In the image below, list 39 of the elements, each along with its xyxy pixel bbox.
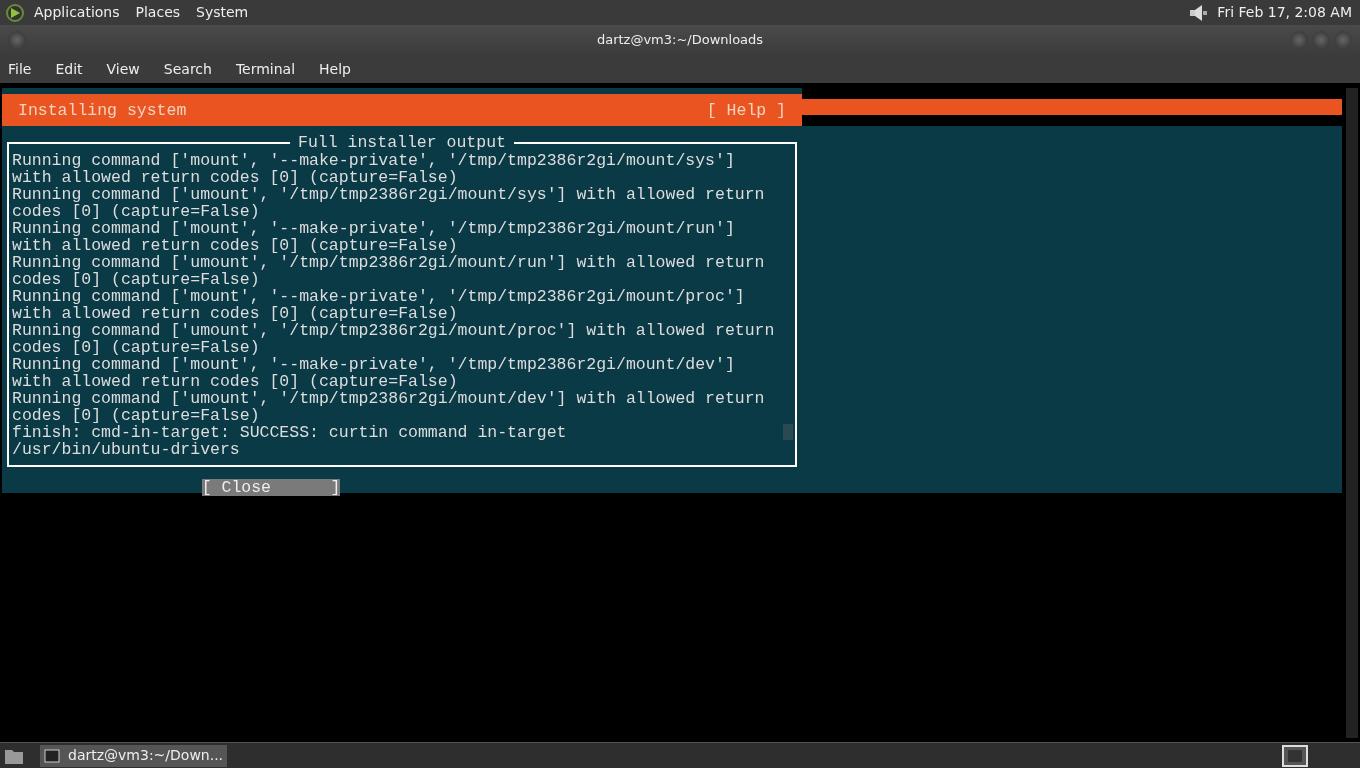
output-line: with allowed return codes [0] (capture=False) (12, 237, 458, 254)
output-line: codes [0] (capture=False) (12, 203, 260, 220)
menu-item[interactable]: Search (163, 58, 212, 80)
output-line: finish: cmd-in-target: SUCCESS: curtin command in-target (12, 424, 567, 441)
output-line: Running command ['mount', '--make-private', '/tmp/tmp2386r2gi/mount/sys'] (12, 152, 735, 169)
output-line: codes [0] (capture=False) (12, 339, 260, 356)
output-line: Running command ['mount', '--make-private', '/tmp/tmp2386r2gi/mount/proc'] (12, 288, 745, 305)
desktop-icon[interactable] (1282, 744, 1308, 767)
installer-title: Installing system (18, 101, 187, 119)
menu-item[interactable]: Help (319, 58, 351, 80)
menu-item[interactable]: View (106, 58, 140, 80)
output-line: Running command ['umount', '/tmp/tmp2386r2gi/mount/run'] with allowed return (12, 254, 765, 271)
output-line: codes [0] (capture=False) (12, 407, 260, 424)
output-line: with allowed return codes [0] (capture=False) (12, 373, 458, 390)
menu-item[interactable]: Edit (55, 58, 83, 80)
logo-icon[interactable] (4, 2, 26, 23)
panel-menu[interactable]: Places (135, 2, 181, 23)
close-button[interactable]: [ Close ] (201, 479, 341, 496)
output-line: Running command ['mount', '--make-private', '/tmp/tmp2386r2gi/mount/dev'] (12, 356, 735, 373)
output-line: Running command ['umount', '/tmp/tmp2386r2gi/mount/sys'] with allowed return (12, 186, 765, 203)
panel-menu[interactable]: System (196, 2, 249, 23)
output-line: Running command ['mount', '--make-private', '/tmp/tmp2386r2gi/mount/run'] (12, 220, 735, 237)
speaker-icon[interactable] (1187, 2, 1210, 23)
output-line: Running command ['umount', '/tmp/tmp2386r2gi/mount/dev'] with allowed return (12, 390, 765, 407)
output-line: with allowed return codes [0] (capture=False) (12, 305, 458, 322)
clock[interactable]: Fri Feb 17, 2:08 AM (1217, 2, 1352, 23)
taskbar-button[interactable]: dartz@vm3:~/Down... (40, 744, 228, 767)
output-line: /usr/bin/ubuntu-drivers (12, 441, 240, 458)
output-line: Running command ['umount', '/tmp/tmp2386r2gi/mount/proc'] with allowed return (12, 322, 775, 339)
menu-item[interactable]: File (8, 58, 32, 80)
panel-title: Full installer output (290, 134, 514, 151)
scrollbar-thumb[interactable] (783, 424, 793, 440)
terminal-icon (44, 748, 60, 763)
window-title: dartz@vm3:~/Downloads (596, 31, 764, 50)
menu-item[interactable]: Terminal (235, 58, 296, 80)
scrollbar[interactable] (1346, 88, 1358, 738)
output-line: codes [0] (capture=False) (12, 271, 260, 288)
panel-menu[interactable]: Applications (34, 2, 120, 23)
output-line: with allowed return codes [0] (capture=False) (12, 169, 458, 186)
